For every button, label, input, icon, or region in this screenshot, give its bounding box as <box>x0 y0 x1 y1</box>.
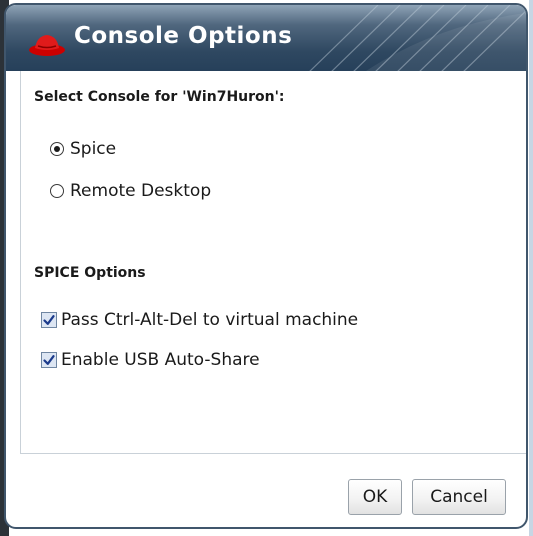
ok-button[interactable]: OK <box>348 479 402 515</box>
background-window-edge-right <box>529 0 533 536</box>
dialog-titlebar[interactable]: Console Options <box>6 5 526 71</box>
checkmark-icon <box>43 355 55 365</box>
checkbox-ctrl-alt-del[interactable] <box>41 312 57 328</box>
radio-option-remote-desktop[interactable]: Remote Desktop <box>50 181 211 201</box>
radio-button-remote-desktop[interactable] <box>50 184 64 198</box>
cancel-button[interactable]: Cancel <box>412 479 506 515</box>
radio-option-spice[interactable]: Spice <box>50 139 116 159</box>
checkbox-option-ctrl-alt-del[interactable]: Pass Ctrl-Alt-Del to virtual machine <box>41 310 358 330</box>
checkbox-usb-auto-share[interactable] <box>41 352 57 368</box>
select-console-heading: Select Console for 'Win7Huron': <box>34 89 285 105</box>
dialog-title: Console Options <box>74 23 293 49</box>
dialog-content-panel: Select Console for 'Win7Huron': Spice Re… <box>20 71 526 454</box>
checkbox-option-usb-auto-share[interactable]: Enable USB Auto-Share <box>41 350 260 370</box>
checkbox-label-ctrl-alt-del: Pass Ctrl-Alt-Del to virtual machine <box>61 310 359 330</box>
checkmark-icon <box>43 315 55 325</box>
radio-button-spice[interactable] <box>50 142 64 156</box>
spice-options-heading: SPICE Options <box>34 265 146 281</box>
radio-selected-dot <box>54 146 60 152</box>
redhat-shadowman-icon <box>29 35 65 56</box>
screenshot-root: Console Options Select Console for 'Win7… <box>0 0 533 536</box>
radio-label-spice: Spice <box>70 139 117 159</box>
checkbox-label-usb-auto-share: Enable USB Auto-Share <box>61 350 260 370</box>
radio-label-remote-desktop: Remote Desktop <box>70 181 212 201</box>
console-options-dialog: Console Options Select Console for 'Win7… <box>4 3 528 529</box>
